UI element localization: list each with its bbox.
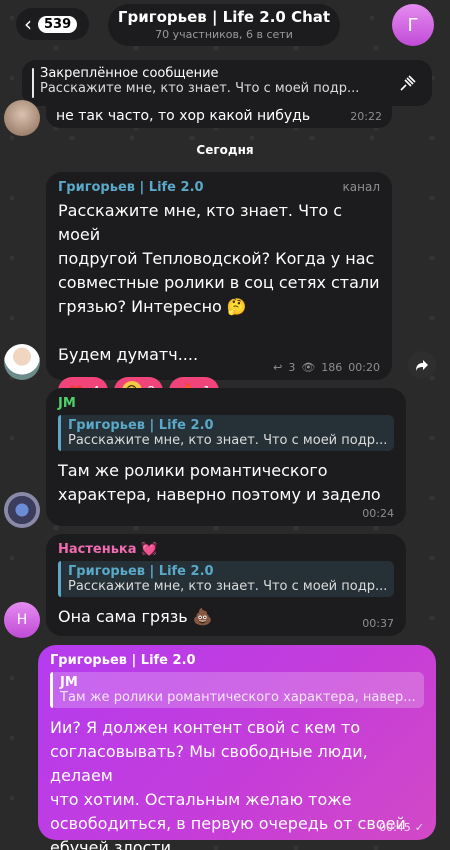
unread-count-badge: 539 [38,15,78,33]
forward-count: 3 [288,361,296,374]
reply-text: Расскажите мне, кто знает. Что с моей по… [68,433,388,448]
message-time: 20:22 [350,109,382,123]
message-time: 00:37 [362,617,394,630]
reply-sender: Григорьев | Life 2.0 [68,564,214,579]
message-sender: Настенька 💓 [58,542,158,557]
message-text: не так часто, то хор какой нибудь [56,108,311,124]
pinned-title: Закреплённое сообщение [40,66,219,81]
chat-avatar-letter: Г [407,14,419,36]
message-time: 00:24 [362,507,394,520]
chat-header: ‹ 539 Григорьев | Life 2.0 Chat 70 участ… [0,0,450,56]
reply-text: Там же ролики романтического характера, … [60,690,416,705]
avatar-letter: Н [16,612,28,628]
message-meta: 00:45 ✓ [379,821,424,834]
reply-sender: Григорьев | Life 2.0 [68,418,214,433]
message-time: 00:45 [379,821,411,834]
message-meta: ↩ 3 👁 186 00:20 [273,361,380,374]
reply-text: Расскажите мне, кто знает. Что с моей по… [68,579,388,594]
pinned-message-bar[interactable]: Закреплённое сообщение Расскажите мне, к… [22,60,432,106]
message-sender: JM [58,396,76,411]
message-text: Ии? Я должен контент свой с кем то согла… [50,718,406,850]
reply-quote[interactable]: JM Там же ролики романтического характер… [50,672,424,708]
channel-tag: канал [342,180,380,194]
views-icon: 👁 [301,361,316,374]
chat-subtitle: 70 участников, 6 в сети [155,28,293,41]
share-button[interactable] [408,351,436,379]
pinned-text: Расскажите мне, кто знает. Что с моей по… [40,81,360,96]
message-text: Там же ролики романтического характера, … [58,461,381,504]
sent-check-icon: ✓ [414,821,424,834]
avatar[interactable] [4,492,40,528]
share-arrow-icon [416,360,428,371]
message-sender: Григорьев | Life 2.0 [58,180,204,195]
chat-title-button[interactable]: Григорьев | Life 2.0 Chat 70 участников,… [108,4,340,46]
pin-list-icon[interactable] [398,73,418,93]
message-bubble-previous[interactable]: не так часто, то хор какой нибудь 20:22 [46,104,392,128]
message-text: Расскажите мне, кто знает. Что с моей по… [58,201,380,364]
chevron-left-icon: ‹ [24,12,32,36]
message-text: Она сама грязь 💩 [58,607,213,626]
message-sender: Григорьев | Life 2.0 [50,653,196,668]
message-bubble-nastenka[interactable]: Настенька 💓 Григорьев | Life 2.0 Расскаж… [46,534,406,636]
chat-title: Григорьев | Life 2.0 Chat [117,8,331,26]
message-bubble-outgoing[interactable]: Григорьев | Life 2.0 JM Там же ролики ро… [38,645,436,850]
reply-sender: JM [60,675,78,690]
date-separator: Сегодня [196,143,254,157]
message-time: 00:20 [348,361,380,374]
reply-quote[interactable]: Григорьев | Life 2.0 Расскажите мне, кто… [58,561,394,597]
avatar[interactable] [4,344,40,380]
message-bubble-jm[interactable]: JM Григорьев | Life 2.0 Расскажите мне, … [46,388,406,526]
avatar[interactable]: Н [4,602,40,638]
avatar[interactable] [4,100,40,136]
chat-avatar[interactable]: Г [392,4,434,46]
back-button[interactable]: ‹ 539 [16,8,90,40]
message-bubble-channel[interactable]: Григорьев | Life 2.0 канал Расскажите мн… [46,172,392,405]
forward-icon: ↩ [273,361,283,374]
reply-quote[interactable]: Григорьев | Life 2.0 Расскажите мне, кто… [58,415,394,451]
views-count: 186 [321,361,343,374]
